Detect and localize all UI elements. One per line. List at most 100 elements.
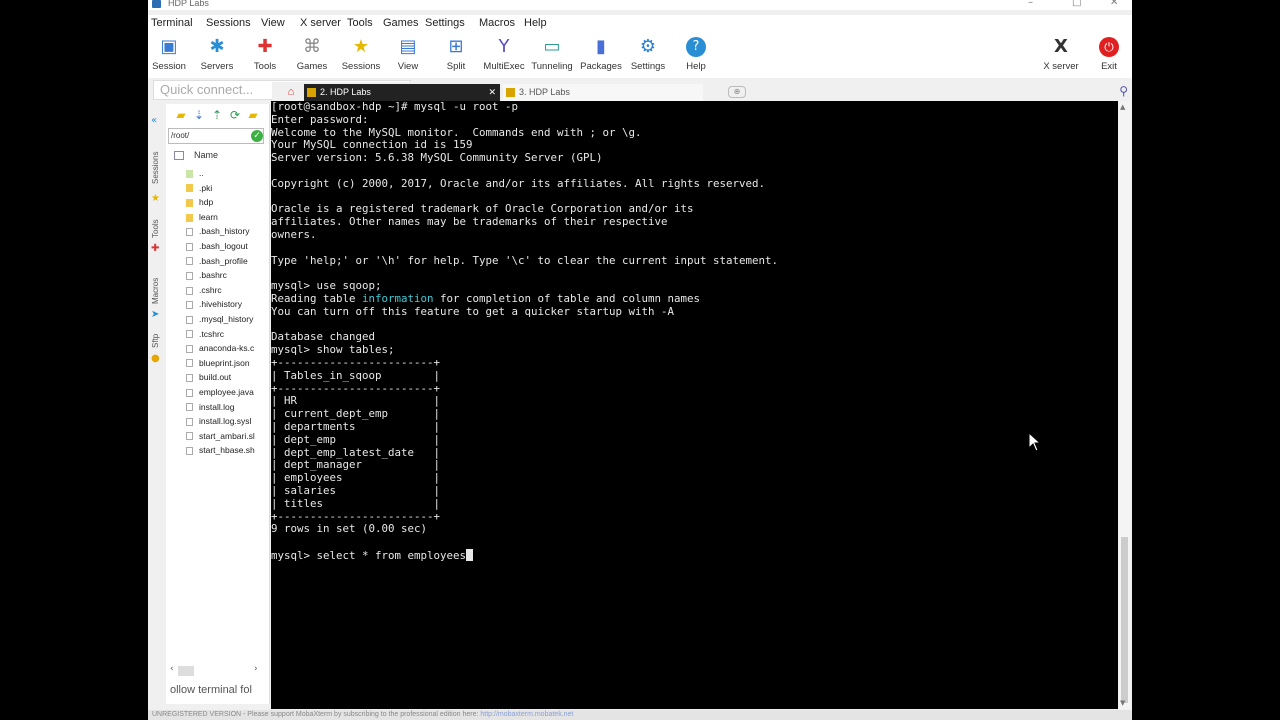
follow-terminal-checkbox[interactable]: ollow terminal fol — [170, 684, 252, 696]
file-icon — [186, 257, 193, 266]
maximize-button[interactable]: □ — [1072, 0, 1081, 8]
split-icon: ⊞ — [448, 36, 464, 57]
scroll-right-icon[interactable]: › — [254, 664, 258, 674]
tunneling-button[interactable]: ▭ Tunneling — [527, 35, 577, 75]
file-icon — [186, 447, 193, 456]
menu-bar: Terminal Sessions View X server Tools Ga… — [148, 15, 1132, 33]
gamepad-icon: ⌘ — [303, 36, 321, 57]
menu-tools[interactable]: Tools — [347, 17, 373, 29]
list-item[interactable]: hdp — [186, 195, 270, 210]
packages-button[interactable]: ▮ Packages — [576, 35, 626, 75]
subscribe-link[interactable]: http://mobaxterm.mobatek.net — [480, 711, 573, 718]
terminal-line: 9 rows in set (0.00 sec) — [271, 522, 428, 536]
terminal-prompt-line[interactable]: mysql> select * from employees — [271, 548, 778, 562]
sessions-button[interactable]: ★ Sessions — [336, 35, 386, 75]
list-item[interactable]: anaconda-ks.c — [186, 341, 270, 356]
servers-icon: ✱ — [209, 36, 225, 57]
exit-button[interactable]: ⏻ Exit — [1084, 35, 1132, 75]
menu-help[interactable]: Help — [524, 17, 547, 29]
close-window-button[interactable]: ✕ — [1110, 0, 1118, 8]
file-icon — [186, 388, 193, 397]
list-item[interactable]: install.log.sysl — [186, 414, 270, 429]
terminal-line: +------------------------+ — [271, 355, 441, 369]
terminal-icon — [506, 88, 515, 97]
menu-sessions[interactable]: Sessions — [206, 17, 251, 29]
app-icon — [152, 0, 161, 8]
list-item[interactable]: learn — [186, 210, 270, 225]
tab-hdp-labs-3[interactable]: 3. HDP Labs — [503, 84, 703, 101]
list-item[interactable]: .bashrc — [186, 268, 270, 283]
list-item[interactable]: .bash_profile — [186, 254, 270, 269]
help-button[interactable]: ? Help — [671, 35, 721, 75]
list-item[interactable]: employee.java — [186, 385, 270, 400]
list-item[interactable]: .mysql_history — [186, 312, 270, 327]
upload-icon[interactable]: ⇡ — [210, 108, 224, 122]
list-item[interactable]: .. — [186, 166, 270, 181]
tools-icon: ✚ — [257, 36, 273, 57]
path-input[interactable]: /root/ — [168, 128, 264, 144]
servers-button[interactable]: ✱ Servers — [192, 35, 242, 75]
horizontal-scrollbar[interactable]: ‹ › — [166, 664, 266, 678]
terminal-line: | employees | — [271, 471, 441, 485]
menu-settings[interactable]: Settings — [425, 17, 465, 29]
scroll-thumb[interactable] — [1121, 537, 1128, 703]
list-item[interactable]: start_ambari.sl — [186, 429, 270, 444]
paperclip-icon[interactable]: ⚲ — [1119, 84, 1128, 98]
scroll-left-icon[interactable]: ‹ — [170, 664, 174, 674]
folder-up-icon[interactable]: ▰ — [174, 108, 188, 122]
minimize-button[interactable]: – — [1028, 0, 1033, 8]
select-icon — [174, 151, 184, 161]
list-item[interactable]: .cshrc — [186, 283, 270, 298]
menu-terminal[interactable]: Terminal — [151, 17, 193, 29]
star-icon: ★ — [151, 193, 160, 204]
split-button[interactable]: ⊞ Split — [431, 35, 481, 75]
list-item[interactable]: blueprint.json — [186, 356, 270, 371]
terminal-line: | salaries | — [271, 483, 441, 497]
home-tab[interactable]: ⌂ — [280, 84, 302, 101]
menu-macros[interactable]: Macros — [479, 17, 515, 29]
tab-hdp-labs-2[interactable]: 2. HDP Labs ✕ — [304, 84, 500, 101]
scroll-up-icon[interactable]: ▲ — [1120, 103, 1125, 111]
rail-tab-sessions[interactable]: Sessions — [151, 152, 160, 184]
menu-view[interactable]: View — [261, 17, 285, 29]
list-item[interactable]: .bash_logout — [186, 239, 270, 254]
new-folder-icon[interactable]: ▰ — [246, 108, 260, 122]
menu-games[interactable]: Games — [383, 17, 418, 29]
games-button[interactable]: ⌘ Games — [287, 35, 337, 75]
terminal-line: Enter password: — [271, 112, 369, 126]
terminal-line: Server version: 5.6.38 MySQL Community S… — [271, 151, 603, 165]
scroll-thumb[interactable] — [178, 666, 194, 676]
list-item[interactable]: start_hbase.sh — [186, 443, 270, 458]
collapse-icon[interactable]: « — [151, 116, 161, 126]
status-bar: UNREGISTERED VERSION - Please support Mo… — [148, 710, 1132, 720]
xserver-button[interactable]: X X server — [1036, 35, 1086, 75]
download-icon[interactable]: ⇣ — [192, 108, 206, 122]
vertical-scrollbar[interactable]: ▲ ▼ — [1119, 101, 1130, 709]
new-tab-button[interactable]: ⊕ — [728, 86, 746, 98]
column-header-name[interactable]: Name — [174, 150, 218, 161]
tunneling-icon: ▭ — [543, 36, 561, 57]
view-button[interactable]: ▤ View — [383, 35, 433, 75]
list-item[interactable]: .bash_history — [186, 224, 270, 239]
rail-tab-sftp[interactable]: Sftp — [151, 334, 160, 348]
list-item[interactable]: build.out — [186, 370, 270, 385]
settings-button[interactable]: ⚙ Settings — [623, 35, 673, 75]
list-item[interactable]: .tcshrc — [186, 327, 270, 342]
scroll-down-icon[interactable]: ▼ — [1120, 699, 1125, 707]
list-item[interactable]: install.log — [186, 400, 270, 415]
close-icon[interactable]: ✕ — [488, 84, 496, 101]
sftp-toolbar: ▰ ⇣ ⇡ ⟳ ▰ — [166, 108, 270, 124]
list-item[interactable]: .hivehistory — [186, 297, 270, 312]
power-icon: ⏻ — [1099, 37, 1119, 57]
list-item[interactable]: .pki — [186, 181, 270, 196]
menu-x-server[interactable]: X server — [300, 17, 341, 29]
highlighted-word: information — [362, 291, 434, 305]
terminal-view[interactable]: [root@sandbox-hdp ~]# mysql -u root -p En… — [271, 100, 1118, 709]
rail-tab-tools[interactable]: Tools — [151, 219, 160, 238]
session-button[interactable]: ▣ Session — [148, 35, 194, 75]
rail-tab-macros[interactable]: Macros — [151, 278, 160, 304]
check-icon[interactable]: ✓ — [251, 130, 263, 142]
tools-button[interactable]: ✚ Tools — [240, 35, 290, 75]
multiexec-button[interactable]: Y MultiExec — [479, 35, 529, 75]
refresh-icon[interactable]: ⟳ — [228, 108, 242, 122]
